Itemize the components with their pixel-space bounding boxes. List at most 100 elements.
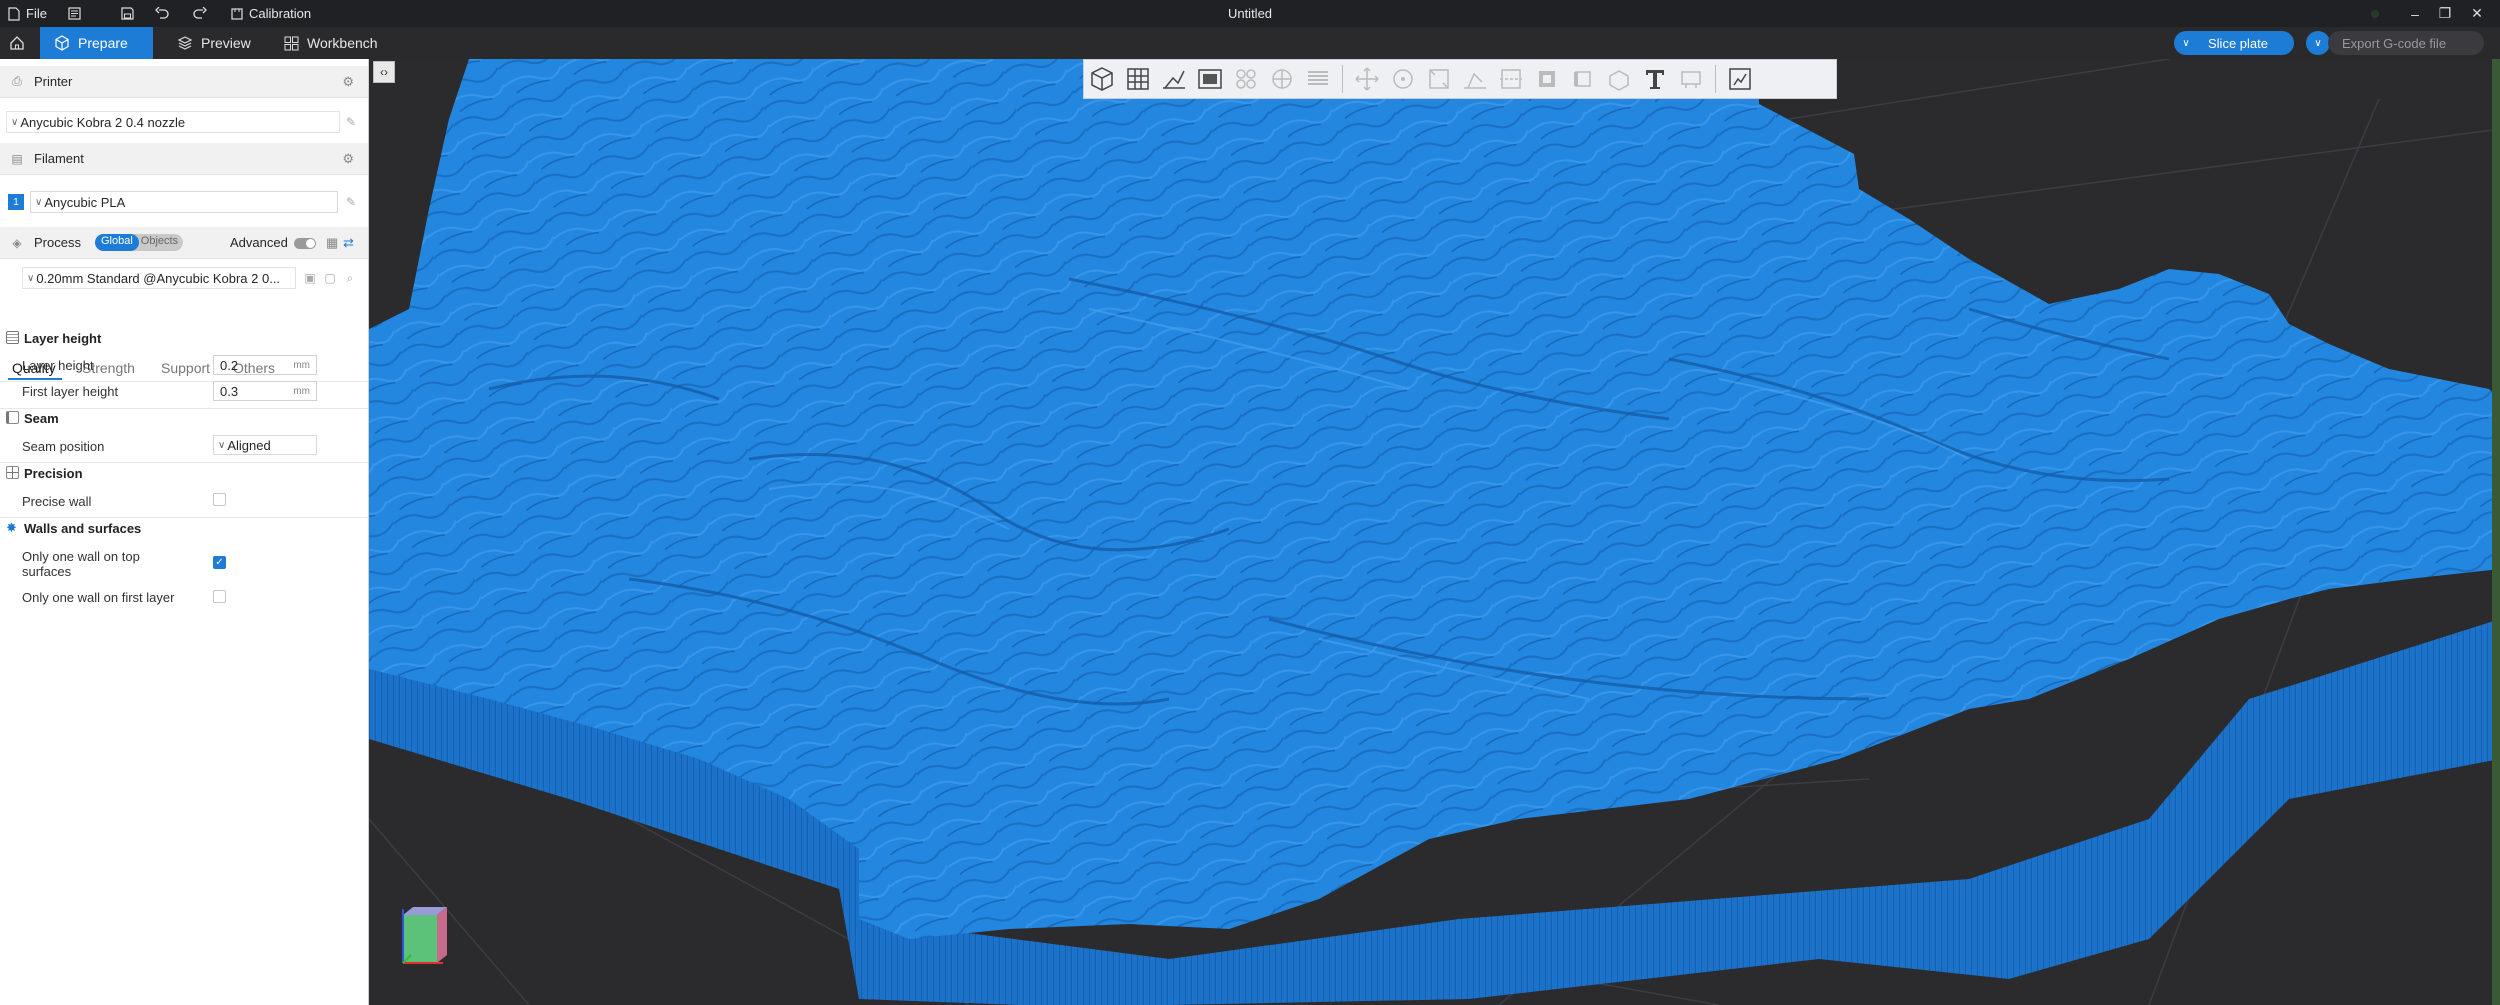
- tab-prepare-label: Prepare: [78, 35, 128, 51]
- edit-filament-icon[interactable]: ✎: [343, 194, 359, 210]
- slice-view-button[interactable]: [1722, 61, 1758, 97]
- maximize-button[interactable]: ❐: [2428, 0, 2462, 27]
- lay-flat-button[interactable]: [1457, 61, 1493, 97]
- move-button[interactable]: [1349, 61, 1385, 97]
- export-gcode-button[interactable]: Export G-code file: [2328, 31, 2484, 55]
- save-preset-icon[interactable]: ▣: [302, 270, 318, 286]
- tab-preview[interactable]: Preview: [163, 27, 265, 59]
- process-section-header: ◈ Process Global Objects Advanced ▦ ⇄: [0, 227, 368, 259]
- chevron-down-icon: ∨: [11, 116, 19, 128]
- file-menu[interactable]: File: [8, 0, 47, 27]
- process-preset-select[interactable]: ∨ 0.20mm Standard @Anycubic Kobra 2 0...: [22, 267, 296, 289]
- minimize-icon: –: [2411, 5, 2419, 22]
- terrain-model-canvas[interactable]: [369, 59, 2500, 1005]
- arrange-button[interactable]: [1120, 61, 1156, 97]
- chevron-down-icon: ∨: [35, 196, 43, 208]
- main-tab-bar: Prepare Preview Workbench ∨ Slice plate …: [0, 27, 2500, 59]
- arrange-grid-icon: [1127, 68, 1149, 90]
- toolbar-separator: [1342, 65, 1343, 93]
- layer-height-group-icon: [6, 331, 19, 344]
- text-button[interactable]: [1637, 61, 1673, 97]
- window-title: Untitled: [1227, 6, 1273, 21]
- first-layer-height-value: 0.3: [220, 383, 239, 399]
- undo-button[interactable]: [155, 0, 169, 27]
- printer-icon: ⎙: [12, 74, 22, 88]
- collapse-sidebar-button[interactable]: ‹›: [373, 61, 395, 83]
- layer-height-input[interactable]: 0.2 mm: [213, 355, 317, 375]
- calibration-icon: [231, 7, 243, 20]
- delete-preset-icon[interactable]: ▢: [322, 270, 338, 286]
- scope-global[interactable]: Global: [94, 234, 139, 251]
- measure-icon: [1609, 70, 1629, 91]
- filament-select[interactable]: ∨ Anycubic PLA: [30, 191, 338, 213]
- one-wall-first-label: Only one wall on first layer: [22, 590, 175, 605]
- measure-button[interactable]: [1601, 61, 1637, 97]
- edit-printer-icon[interactable]: ✎: [343, 114, 359, 130]
- filament-settings-icon[interactable]: ⚙: [342, 151, 354, 167]
- printer-settings-icon[interactable]: ⚙: [342, 74, 354, 90]
- redo-button[interactable]: [193, 0, 207, 27]
- seam-position-label: Seam position: [22, 439, 105, 454]
- rotate-button[interactable]: [1385, 61, 1421, 97]
- view-cube[interactable]: [393, 895, 463, 975]
- close-button[interactable]: ✕: [2460, 0, 2494, 27]
- seam-paint-button[interactable]: [1565, 61, 1601, 97]
- scope-objects[interactable]: Objects: [139, 234, 183, 251]
- 3d-viewport[interactable]: ‹›: [369, 59, 2500, 1005]
- minimize-button[interactable]: –: [2398, 0, 2432, 27]
- sync-icon[interactable]: ⇄: [343, 235, 354, 251]
- dot-icon: [2371, 9, 2379, 18]
- orient-icon: [1163, 70, 1185, 89]
- restore-icon: ❐: [2438, 5, 2452, 21]
- plate-button[interactable]: [1192, 61, 1228, 97]
- one-wall-first-checkbox[interactable]: [213, 590, 226, 603]
- scope-toggle[interactable]: Global Objects: [94, 234, 184, 251]
- tab-workbench[interactable]: Workbench: [270, 27, 392, 59]
- layers-icon: [1308, 71, 1328, 85]
- slice-dropdown[interactable]: ∨: [2174, 31, 2198, 55]
- add-object-icon: [1091, 67, 1113, 91]
- notes-button[interactable]: [68, 0, 81, 27]
- tab-prepare[interactable]: Prepare: [40, 27, 153, 59]
- filament-slot-badge[interactable]: 1: [8, 194, 24, 210]
- title-bar: File Calibration Untitled – ❐ ✕: [0, 0, 2500, 27]
- walls-group-icon: ✸: [6, 520, 17, 535]
- precise-wall-checkbox[interactable]: [213, 493, 226, 506]
- variable-layer-button[interactable]: [1300, 61, 1336, 97]
- collapse-toolbar-button[interactable]: [2358, 0, 2392, 27]
- first-layer-height-input[interactable]: 0.3 mm: [213, 381, 317, 401]
- advanced-label: Advanced: [230, 235, 288, 250]
- compare-icon[interactable]: ▦: [326, 235, 338, 251]
- undo-icon: [155, 7, 169, 19]
- advanced-toggle[interactable]: [294, 238, 316, 249]
- filament-section-header: ▤ Filament ⚙: [0, 143, 368, 175]
- settings-panel: ⎙ Printer ⚙ ∨ Anycubic Kobra 2 0.4 nozzl…: [0, 59, 369, 1005]
- plate-icon: [1198, 69, 1222, 89]
- layer-height-unit: mm: [293, 359, 310, 371]
- redo-icon: [193, 7, 207, 19]
- split-objects-button[interactable]: [1228, 61, 1264, 97]
- export-dropdown[interactable]: ∨: [2306, 31, 2330, 55]
- orient-button[interactable]: [1156, 61, 1192, 97]
- support-paint-button[interactable]: [1529, 61, 1565, 97]
- search-icon[interactable]: ⌕: [342, 270, 358, 286]
- assembly-button[interactable]: [1673, 61, 1709, 97]
- seam-group-icon: [6, 411, 19, 424]
- save-button[interactable]: [121, 0, 134, 27]
- split-parts-button[interactable]: [1264, 61, 1300, 97]
- seam-position-select[interactable]: ∨ Aligned: [213, 435, 317, 455]
- one-wall-top-checkbox[interactable]: ✓: [213, 556, 226, 569]
- add-object-button[interactable]: [1084, 61, 1120, 97]
- layer-height-label: Layer height: [22, 358, 94, 373]
- tab-support[interactable]: Support: [161, 360, 210, 376]
- notes-icon: [68, 7, 81, 20]
- slice-plate-button[interactable]: ∨ Slice plate: [2174, 31, 2294, 55]
- printer-select[interactable]: ∨ Anycubic Kobra 2 0.4 nozzle: [6, 111, 340, 133]
- home-button[interactable]: [0, 27, 34, 59]
- calibration-menu[interactable]: Calibration: [231, 0, 311, 27]
- check-icon: ✓: [215, 557, 224, 568]
- scale-button[interactable]: [1421, 61, 1457, 97]
- background-window-edge: [2492, 59, 2500, 1005]
- export-gcode-label: Export G-code file: [2342, 35, 2447, 51]
- cut-button[interactable]: [1493, 61, 1529, 97]
